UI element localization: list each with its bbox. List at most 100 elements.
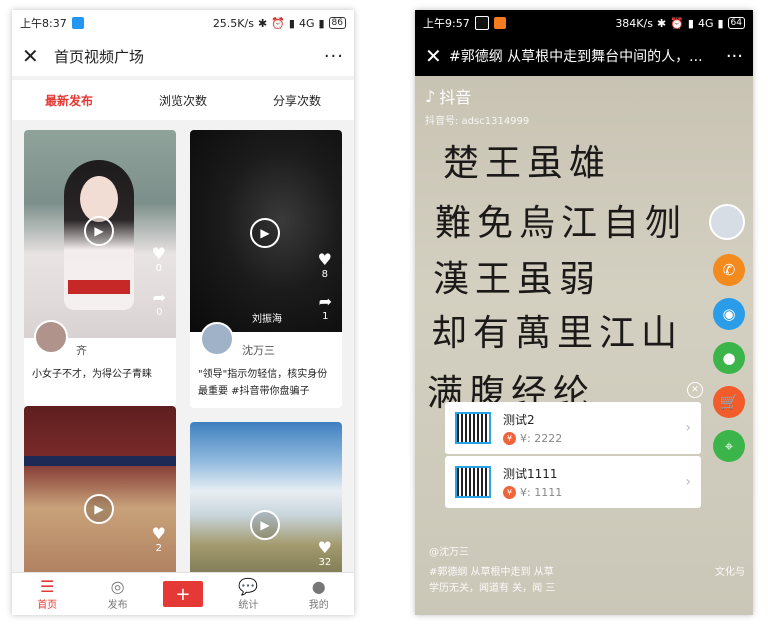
calligraphy-line: 漢王虽弱 [433,259,602,300]
location-icon[interactable]: ⌖ [713,430,745,462]
left-phone-screen: 上午8:37 25.5K/s ✱ ⏰ ▮ 4G ▮ 86 ✕ 首页视频广场 ··… [12,10,354,615]
tiktok-id: 抖音号: adsc1314999 [425,116,530,127]
goods-item[interactable]: 测试1111 ¥ ¥: 1111 › [445,456,701,508]
video-card[interactable]: ▶ ♥ 0 ➦ 0 齐 小女子不才，为得公子青睐 [24,130,176,406]
play-button[interactable]: ▶ [250,218,280,248]
add-button[interactable]: + [162,581,203,607]
video-thumbnail[interactable]: ▶ ♥ 0 ➦ 0 [24,130,176,338]
alarm-icon: ⏰ [271,16,285,30]
qr-code-icon [455,466,491,498]
play-button[interactable]: ▶ [84,216,114,246]
calligraphy-line: 難免烏江自刎 [435,203,688,244]
video-description: 小女子不才，为得公子青睐 [32,369,152,380]
video-thumbnail[interactable]: ▶ ♥ 32 [190,422,342,576]
like-count: 2 [155,543,163,554]
play-button[interactable]: ▶ [84,494,114,524]
avatar[interactable] [200,322,234,356]
video-caption: #郭德纲 从草根中走到 从草 [429,567,554,578]
like-count: 32 [318,557,332,568]
page-title: 首页视频广场 [54,47,145,66]
tab-shares[interactable]: 分享次数 [273,92,321,109]
author-avatar[interactable] [709,204,745,240]
like-icon[interactable]: ♥ 0 [152,244,166,274]
nav-home[interactable]: ☰ 首页 [22,576,72,611]
nav-publish[interactable]: ◎ 发布 [93,576,143,611]
tab-latest[interactable]: 最新发布 [45,92,93,109]
video-watermark: 刘振海 [252,314,282,325]
tiktok-brand: 抖音 [439,88,472,107]
app-notification-icon [71,17,84,29]
alarm-icon: ⏰ [670,16,684,30]
bluetooth-icon: ✱ [656,16,667,30]
goods-price: ¥: 1111 [520,486,563,499]
phone-icon[interactable]: ✆ [713,254,745,286]
video-title: #郭德纲 从草根中走到舞台中间的人，... [449,49,703,65]
app-header: ✕ 首页视频广场 ··· [12,36,354,76]
nav-label: 我的 [308,599,329,611]
play-button[interactable]: ▶ [250,510,280,540]
nav-label: 首页 [37,599,58,611]
nav-label: 统计 [238,599,259,611]
share-icon[interactable]: ➦ 0 [153,288,166,318]
menu-icon: ☰ [40,576,55,596]
tiktok-note-icon: ♪ [425,86,436,106]
share-icon[interactable]: ➦ 1 [319,292,332,322]
goods-item[interactable]: 测试2 ¥ ¥: 2222 › [445,402,701,454]
chevron-right-icon: › [685,474,691,490]
video-caption: 学历无关，闻道有 关，闻 三 [429,583,556,594]
signal-icon: ▮ [318,16,325,30]
tiktok-notification-icon [474,16,489,30]
calligraphy-line: 却有萬里江山 [431,313,684,354]
signal-icon: ▮ [288,16,295,30]
author-name[interactable]: 沈万三 [242,342,275,358]
qr-code-icon [455,412,491,444]
like-icon[interactable]: ♥ 8 [318,250,332,280]
video-card[interactable]: ▶ ♥ 8 ➦ 1 刘振海 沈万三 "领导"指示勿轻信，核实身份最重要 #抖音带你盘… [190,130,342,408]
nav-mine[interactable]: ● 我的 [294,576,344,611]
network-type: 4G [298,16,315,30]
compass-icon: ◎ [110,576,125,596]
user-icon: ● [311,576,326,596]
price-icon: ¥ [503,486,516,499]
tiktok-logo: ♪ 抖音 [425,84,471,108]
signal-icon: ▮ [717,16,724,30]
status-time: 上午8:37 [20,17,67,30]
cart-icon[interactable]: 🛒 [713,386,745,418]
video-author[interactable]: @沈万三 [429,546,469,560]
tab-views[interactable]: 浏览次数 [159,92,207,109]
video-card[interactable]: ▶ ♥ 2 [24,406,176,576]
qq-icon[interactable]: ◉ [713,298,745,330]
status-bar: 上午9:57 384K/s ✱ ⏰ ▮ 4G ▮ 64 [415,10,753,36]
like-icon[interactable]: ♥ 2 [152,524,166,554]
app-notification-icon [493,17,506,29]
close-icon[interactable]: ✕ [425,44,449,68]
like-icon[interactable]: ♥ 32 [318,538,332,568]
more-options-button[interactable]: ··· [324,46,344,67]
wechat-icon[interactable]: ● [713,342,745,374]
sort-tabs: 最新发布 浏览次数 分享次数 [12,80,354,120]
more-options-button[interactable]: ··· [726,46,743,67]
network-speed: 25.5K/s [212,16,254,30]
goods-name: 测试2 [503,413,535,427]
nav-stats[interactable]: 💬 统计 [223,577,273,611]
video-card[interactable]: ▶ ♥ 32 [190,422,342,576]
bottom-navigation: ☰ 首页 ◎ 发布 + 💬 统计 ● 我的 [12,572,354,615]
battery-icon: 86 [328,17,346,29]
network-type: 4G [697,16,714,30]
avatar[interactable] [34,320,68,354]
close-goods-icon[interactable]: ✕ [687,382,703,398]
goods-price: ¥: 2222 [520,432,563,445]
right-phone-screen: ♪ 抖音 抖音号: adsc1314999 楚王虽雄 難免烏江自刎 漢王虽弱 却… [415,10,753,615]
author-name[interactable]: 齐 [76,342,87,358]
share-count: 1 [322,311,329,322]
like-count: 8 [321,269,329,280]
nav-label: 发布 [107,599,128,611]
close-icon[interactable]: ✕ [22,44,48,68]
chevron-right-icon: › [685,420,691,436]
video-thumbnail[interactable]: ▶ ♥ 8 ➦ 1 刘振海 [190,130,342,332]
video-player[interactable]: ♪ 抖音 抖音号: adsc1314999 楚王虽雄 難免烏江自刎 漢王虽弱 却… [415,76,753,615]
side-caption: 文化与 [715,567,745,578]
bluetooth-icon: ✱ [257,16,268,30]
video-thumbnail[interactable]: ▶ ♥ 2 [24,406,176,576]
video-description: "领导"指示勿轻信，核实身份最重要 #抖音带你盘骗子 [198,369,328,397]
